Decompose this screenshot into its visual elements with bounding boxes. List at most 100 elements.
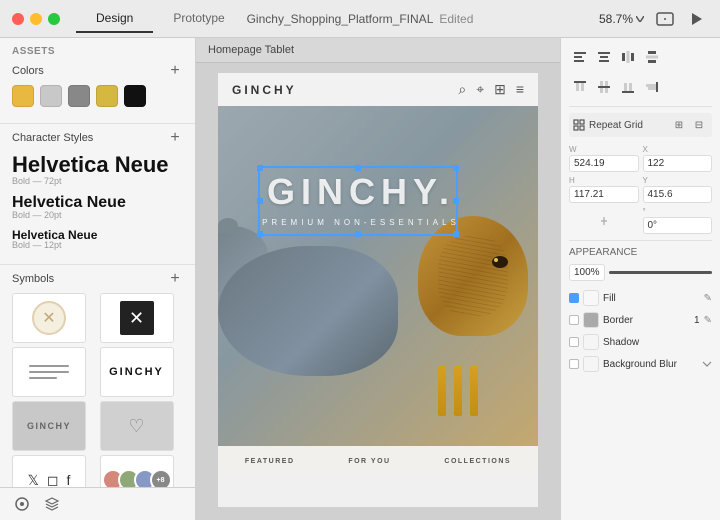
- char-style-medium-item[interactable]: Helvetica Neue Bold — 20pt: [12, 194, 183, 220]
- leg-2: [454, 366, 462, 416]
- align-bottom-icon[interactable]: [617, 76, 639, 98]
- instagram-icon: ◻: [47, 472, 59, 488]
- repeat-grid-label: Repeat Grid: [589, 120, 666, 131]
- symbol-hamburger[interactable]: [12, 347, 86, 397]
- opacity-fill: [609, 271, 712, 274]
- distribute-vert-icon[interactable]: [641, 46, 663, 68]
- opacity-value[interactable]: 100%: [569, 264, 605, 281]
- shadow-row: Shadow: [569, 331, 712, 353]
- device-preview-icon[interactable]: [654, 8, 676, 30]
- border-checkbox[interactable]: [569, 315, 579, 325]
- symbol-avatars[interactable]: +8: [100, 455, 174, 487]
- app-header-icons: ⌕ ⌖ ⊞ ≡: [458, 81, 524, 98]
- y-value[interactable]: 415.6: [643, 186, 713, 203]
- repeat-grid-controls: ⊞ ⊟: [670, 116, 708, 134]
- add-color-button[interactable]: +: [167, 63, 183, 79]
- play-icon[interactable]: [686, 8, 708, 30]
- zoom-display[interactable]: 58.7%: [599, 12, 644, 26]
- align-center-icon[interactable]: [593, 46, 615, 68]
- menu-icon[interactable]: ≡: [516, 81, 524, 98]
- fill-edit-icon[interactable]: ✎: [704, 293, 712, 304]
- char-styles-label: Character Styles: [12, 132, 93, 144]
- opacity-bar[interactable]: [609, 271, 712, 274]
- height-value[interactable]: 117.21: [569, 186, 639, 203]
- height-y-row: H 117.21 Y 415.6: [569, 176, 712, 203]
- color-black[interactable]: [124, 85, 146, 107]
- minimize-button[interactable]: [30, 13, 42, 25]
- wooden-figure: [408, 216, 538, 416]
- maximize-button[interactable]: [48, 13, 60, 25]
- tab-design[interactable]: Design: [76, 5, 153, 33]
- symbol-heart-button[interactable]: ♡: [100, 401, 174, 451]
- align-top-icon[interactable]: [569, 76, 591, 98]
- symbol-ginchy-button[interactable]: GINCHY: [12, 401, 86, 451]
- close-dark-icon: ✕: [120, 301, 154, 335]
- rg-ungroup-icon[interactable]: ⊟: [690, 116, 708, 134]
- symbol-close-circle[interactable]: ✕: [12, 293, 86, 343]
- x-value[interactable]: 122: [643, 155, 713, 172]
- user-icon[interactable]: ⌖: [476, 81, 484, 98]
- add-symbol-button[interactable]: +: [167, 271, 183, 287]
- align-middle-icon[interactable]: [593, 76, 615, 98]
- grid-icon: [573, 119, 585, 131]
- color-swatches: [12, 85, 183, 107]
- hero-background: GINCHY. PREMIUM NON-ESSENTIALS: [218, 106, 538, 446]
- symbol-close-dark[interactable]: ✕: [100, 293, 174, 343]
- shadow-checkbox[interactable]: [569, 337, 579, 347]
- assets-header: ASSETS: [12, 46, 183, 57]
- fill-swatch[interactable]: [583, 290, 599, 306]
- plugin-icon[interactable]: [12, 494, 32, 514]
- color-light-gray[interactable]: [40, 85, 62, 107]
- main-area: ASSETS Colors + Character Sty: [0, 38, 720, 520]
- search-icon[interactable]: ⌕: [458, 81, 466, 98]
- close-button[interactable]: [12, 13, 24, 25]
- twitter-icon: 𝕏: [28, 472, 39, 488]
- left-panel: ASSETS Colors + Character Sty: [0, 38, 196, 520]
- bg-blur-checkbox[interactable]: [569, 359, 579, 369]
- rotation-value[interactable]: 0°: [643, 217, 713, 234]
- ginchy-logo-text: GINCHY: [109, 366, 164, 378]
- color-mid-gray[interactable]: [68, 85, 90, 107]
- appearance-header: APPEARANCE: [569, 247, 712, 258]
- footer-nav-collections[interactable]: COLLECTIONS: [436, 454, 519, 469]
- char-style-large-item[interactable]: Helvetica Neue Bold — 72pt: [12, 152, 183, 186]
- layers-icon[interactable]: [42, 494, 62, 514]
- tab-prototype[interactable]: Prototype: [153, 5, 244, 33]
- rotation-label: °: [643, 207, 713, 216]
- rhino-ear: [218, 218, 238, 233]
- footer-nav-featured[interactable]: FEATURED: [237, 454, 303, 469]
- fill-checkbox[interactable]: [569, 293, 579, 303]
- width-value[interactable]: 524.19: [569, 155, 639, 172]
- window-controls: [12, 13, 60, 25]
- bg-blur-row: Background Blur: [569, 353, 712, 375]
- symbol-ginchy-logo[interactable]: GINCHY: [100, 347, 174, 397]
- border-edit-icon[interactable]: ✎: [704, 315, 712, 326]
- color-gold[interactable]: [96, 85, 118, 107]
- color-yellow[interactable]: [12, 85, 34, 107]
- hamburger-line-1: [29, 365, 69, 367]
- symbol-social-icons[interactable]: 𝕏 ◻ f: [12, 455, 86, 487]
- footer-nav-for-you[interactable]: FOR YOU: [340, 454, 398, 469]
- chevron-down-icon: [636, 16, 644, 22]
- tablet-frame: GINCHY ⌕ ⌖ ⊞ ≡: [218, 73, 538, 507]
- symbols-section: Symbols + ✕ ✕: [0, 264, 195, 487]
- border-swatch[interactable]: [583, 312, 599, 328]
- hamburger-lines: [29, 365, 69, 379]
- align-left-icon[interactable]: [569, 46, 591, 68]
- char-style-small-item[interactable]: Helvetica Neue Bold — 12pt: [12, 228, 183, 250]
- canvas-area: Homepage Tablet GINCHY ⌕ ⌖ ⊞ ≡: [196, 38, 560, 520]
- window-title: Ginchy_Shopping_Platform_FINAL Edited: [247, 12, 474, 26]
- align-right-icon[interactable]: [641, 76, 663, 98]
- cart-icon[interactable]: ⊞: [494, 81, 506, 98]
- chevron-down-small-icon: [702, 360, 712, 368]
- shadow-label: Shadow: [603, 337, 712, 348]
- add-char-style-button[interactable]: +: [167, 130, 183, 146]
- canvas-content[interactable]: GINCHY ⌕ ⌖ ⊞ ≡: [196, 63, 560, 517]
- wood-head: [418, 216, 528, 336]
- facebook-icon: f: [67, 472, 71, 487]
- rg-copy-icon[interactable]: ⊞: [670, 116, 688, 134]
- constrain-proportions-icon[interactable]: [598, 215, 610, 227]
- bg-blur-swatch: [583, 356, 599, 372]
- edit-status: Edited: [439, 12, 473, 26]
- distribute-horiz-icon[interactable]: [617, 46, 639, 68]
